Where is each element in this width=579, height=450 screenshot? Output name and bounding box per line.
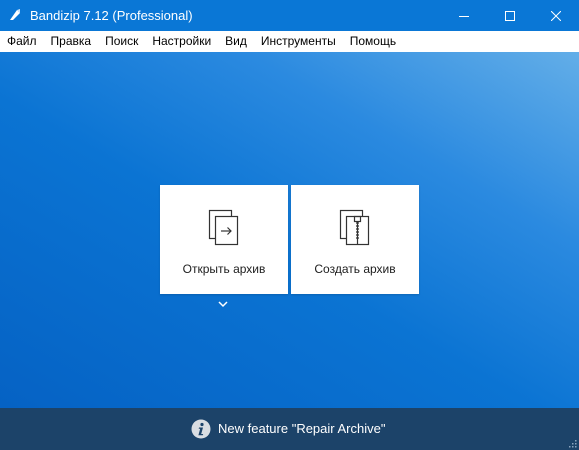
window-title: Bandizip 7.12 (Professional) [30, 8, 193, 23]
bandizip-logo-icon [10, 9, 20, 20]
menu-view[interactable]: Вид [218, 31, 254, 52]
create-archive-button[interactable]: Создать архив [291, 185, 419, 294]
menu-settings[interactable]: Настройки [145, 31, 218, 52]
minimize-button[interactable] [441, 0, 487, 31]
title-bar[interactable]: Bandizip 7.12 (Professional) [0, 0, 579, 31]
menu-edit[interactable]: Правка [44, 31, 99, 52]
menu-help[interactable]: Помощь [343, 31, 403, 52]
maximize-button[interactable] [487, 0, 533, 31]
resize-grip-icon[interactable] [567, 438, 577, 448]
info-icon [191, 419, 211, 439]
menu-tools[interactable]: Инструменты [254, 31, 343, 52]
app-window: Bandizip 7.12 (Professional) Файл Правка… [0, 0, 579, 450]
open-archive-button[interactable]: Открыть архив [160, 185, 288, 294]
status-bar: New feature "Repair Archive" [0, 408, 579, 450]
open-archive-icon [208, 209, 239, 246]
menu-bar: Файл Правка Поиск Настройки Вид Инструме… [0, 31, 579, 52]
close-icon [551, 10, 561, 21]
close-button[interactable] [533, 0, 579, 31]
maximize-icon [505, 10, 515, 21]
create-archive-label: Создать архив [314, 262, 396, 276]
minimize-icon [459, 15, 469, 17]
chevron-down-icon[interactable] [217, 299, 229, 309]
new-feature-link[interactable]: New feature "Repair Archive" [218, 421, 385, 437]
menu-search[interactable]: Поиск [98, 31, 145, 52]
open-archive-label: Открыть архив [182, 262, 266, 276]
create-archive-icon [339, 209, 370, 246]
menu-file[interactable]: Файл [0, 31, 44, 52]
main-area: Открыть архив Создать архив [0, 52, 579, 408]
